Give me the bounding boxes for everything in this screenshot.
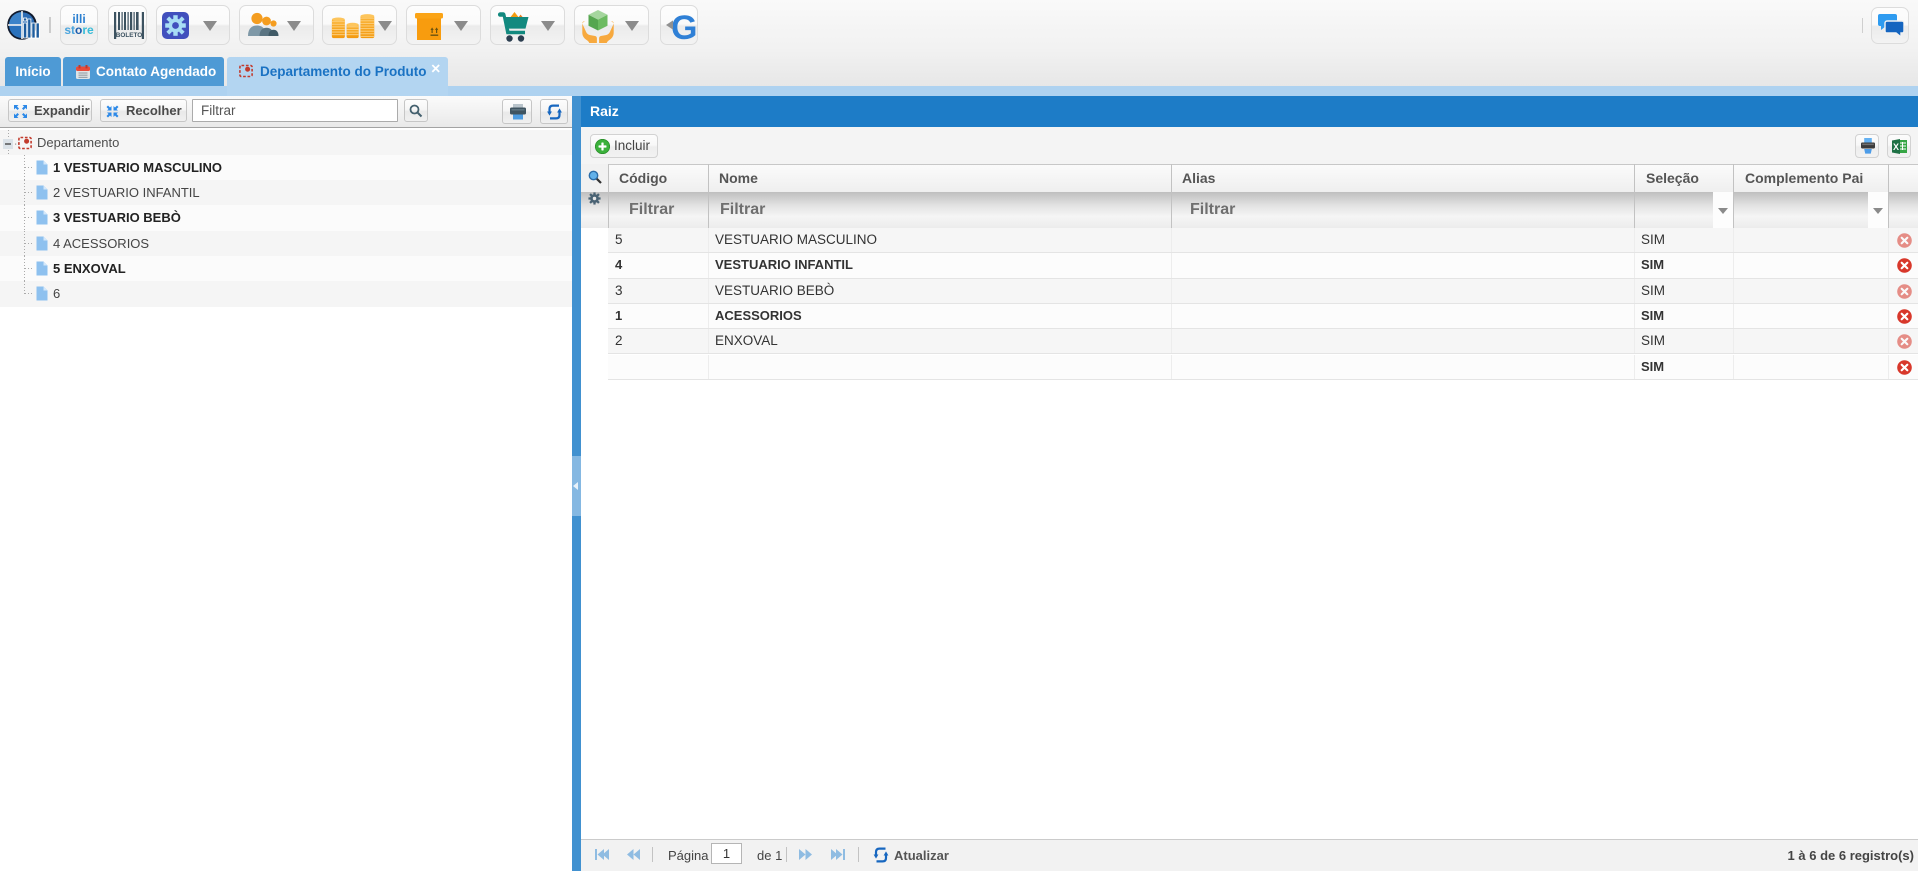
svg-text:G: G	[671, 9, 697, 43]
svg-text:BOLETO: BOLETO	[116, 32, 143, 39]
svg-text:X: X	[1893, 142, 1899, 152]
